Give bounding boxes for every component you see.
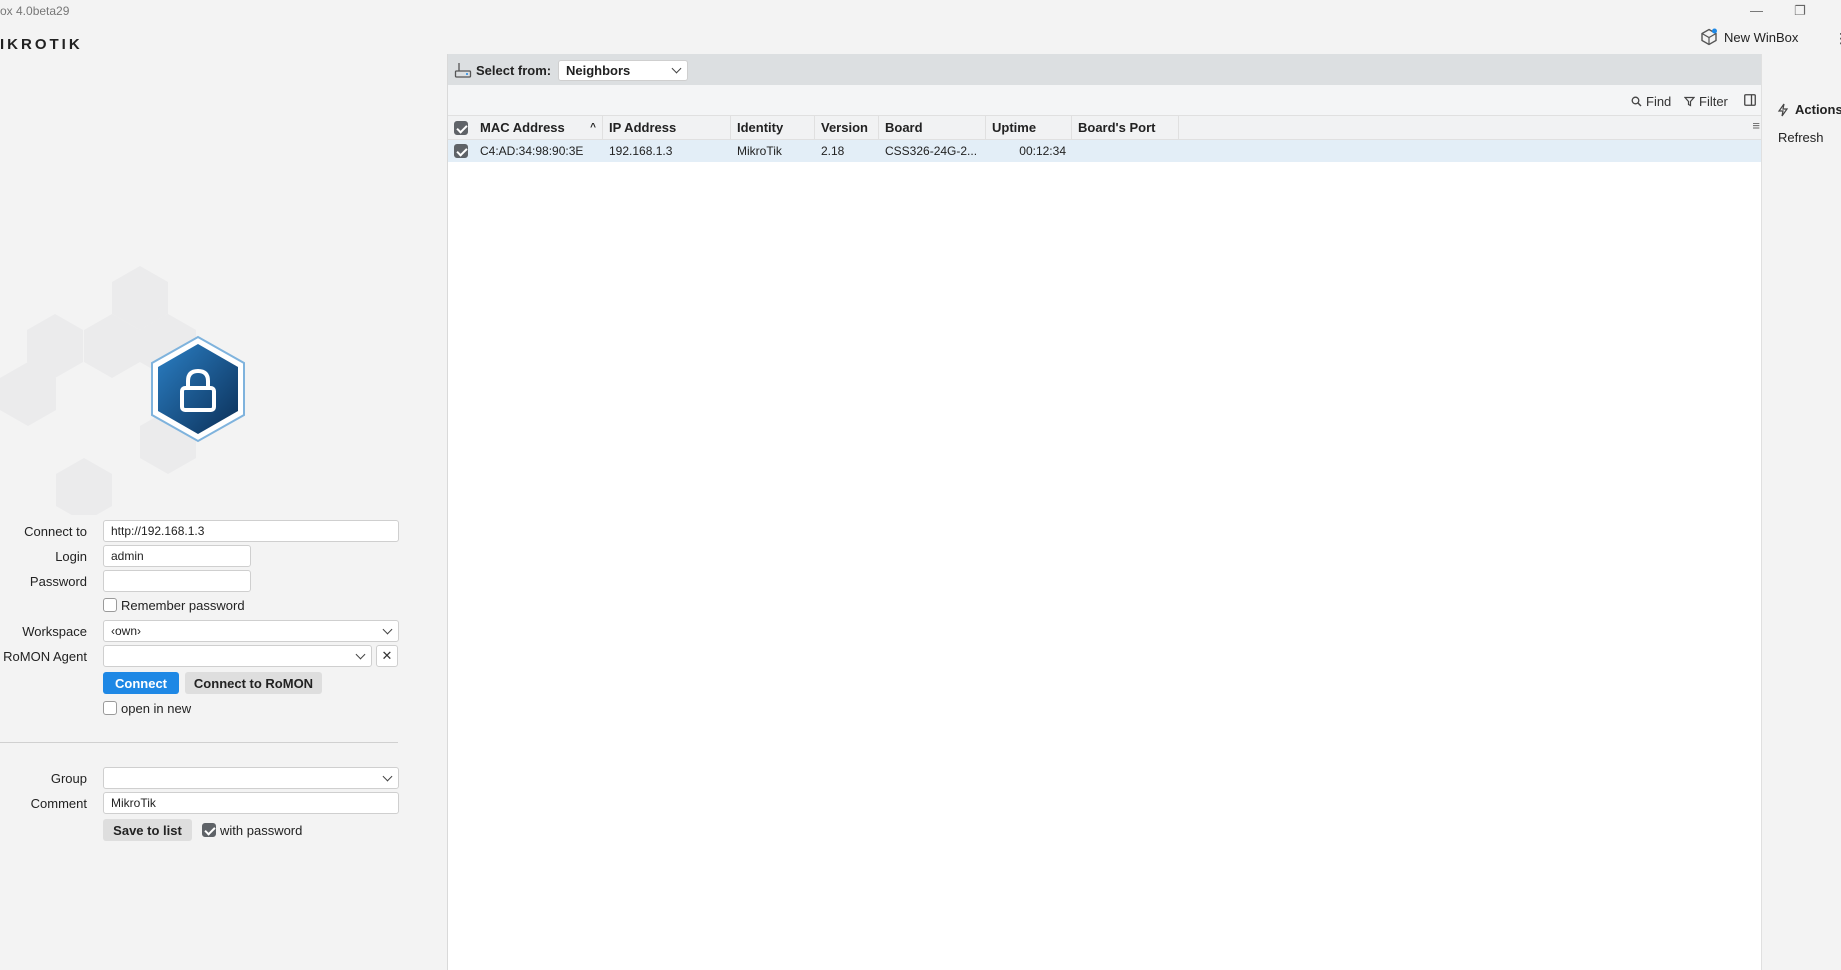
password-label: Password: [29, 574, 87, 589]
save-to-list-button[interactable]: Save to list: [103, 819, 192, 841]
select-all-checkbox[interactable]: [454, 121, 468, 135]
select-from-value: Neighbors: [566, 63, 631, 78]
sidebar-toggle-icon: [1744, 94, 1756, 106]
open-in-new-label: open in new: [121, 701, 192, 716]
column-header-identity[interactable]: Identity: [731, 116, 815, 140]
column-header-board[interactable]: Board: [879, 116, 986, 140]
new-winbox-button[interactable]: New WinBox: [1700, 28, 1798, 46]
column-menu-icon[interactable]: ≡: [1752, 118, 1760, 133]
actions-title: Actions: [1776, 102, 1841, 117]
actions-title-label: Actions: [1795, 102, 1841, 117]
connect-to-romon-button[interactable]: Connect to RoMON: [185, 672, 322, 694]
lock-illustration: [0, 266, 245, 515]
chevron-down-icon: [355, 649, 366, 660]
cell-ip: 192.168.1.3: [609, 144, 673, 158]
find-label: Find: [1646, 94, 1672, 109]
restore-button[interactable]: ❐: [1794, 3, 1806, 19]
connect-to-label: Connect to: [24, 524, 87, 539]
title-bar: ox 4.0beta29 — ❐: [0, 0, 1841, 24]
filter-label: Filter: [1699, 94, 1728, 109]
select-from-dropdown[interactable]: Neighbors: [558, 60, 688, 81]
router-icon: [454, 63, 472, 78]
new-winbox-label: New WinBox: [1724, 29, 1799, 45]
minimize-button[interactable]: —: [1750, 3, 1763, 18]
filter-button[interactable]: Filter: [1684, 94, 1728, 109]
actions-panel: Actions Refresh: [1761, 54, 1841, 970]
open-in-new-checkbox[interactable]: [103, 701, 117, 715]
sort-asc-icon: ^: [590, 122, 596, 133]
workspace-label: Workspace: [22, 624, 87, 639]
table-row[interactable]: C4:AD:34:98:90:3E 192.168.1.3 MikroTik 2…: [448, 140, 1762, 162]
column-header-mac[interactable]: MAC Address ^: [474, 116, 603, 140]
login-label: Login: [55, 549, 87, 564]
chevron-down-icon: [671, 63, 682, 74]
row-checkbox[interactable]: [454, 144, 468, 158]
cell-boards-port: [1072, 140, 1179, 162]
cell-uptime: 00:12:34: [1019, 144, 1066, 158]
group-label: Group: [50, 771, 87, 786]
chevron-down-icon: [382, 771, 393, 782]
connect-button[interactable]: Connect: [103, 672, 179, 694]
chevron-down-icon: [382, 624, 393, 635]
workspace-select[interactable]: ‹own›: [103, 620, 399, 642]
table-toolbar: Find Filter: [448, 85, 1762, 115]
password-input[interactable]: [103, 570, 251, 592]
column-header-label: MAC Address: [480, 120, 565, 135]
select-from-label: Select from:: [476, 63, 552, 78]
romon-agent-select[interactable]: [103, 645, 372, 667]
group-select[interactable]: [103, 767, 399, 789]
comment-input[interactable]: MikroTik: [103, 792, 399, 814]
cell-mac: C4:AD:34:98:90:3E: [480, 144, 584, 158]
remember-password-label: Remember password: [121, 598, 245, 613]
lightning-icon: [1777, 103, 1789, 116]
cell-board: CSS326-24G-2...: [885, 144, 978, 158]
brand-logo: IKROTIK: [0, 36, 83, 53]
comment-label: Comment: [30, 796, 87, 811]
login-input[interactable]: admin: [103, 545, 251, 567]
cube-icon: [1701, 28, 1717, 46]
cell-identity: MikroTik: [737, 144, 782, 158]
column-header-version[interactable]: Version: [815, 116, 879, 140]
remember-password-checkbox[interactable]: [103, 598, 117, 612]
connect-to-input[interactable]: http://192.168.1.3: [103, 520, 399, 542]
column-header-ip[interactable]: IP Address: [603, 116, 731, 140]
column-header-boards-port[interactable]: Board's Port: [1072, 116, 1179, 140]
neighbors-panel: Select from: Neighbors Find Filter MAC A…: [447, 54, 1841, 970]
find-button[interactable]: Find: [1631, 94, 1671, 109]
refresh-action[interactable]: Refresh: [1778, 130, 1824, 145]
neighbors-table: MAC Address ^ IP Address Identity Versio…: [448, 115, 1762, 162]
table-header: MAC Address ^ IP Address Identity Versio…: [448, 115, 1762, 140]
window-title: ox 4.0beta29: [0, 4, 70, 18]
with-password-label: with password: [220, 823, 303, 838]
workspace-value: ‹own›: [111, 624, 142, 638]
clear-romon-button[interactable]: ✕: [376, 645, 398, 667]
toggle-panel-button[interactable]: [1744, 94, 1756, 106]
form-divider: [0, 742, 398, 743]
search-icon: [1631, 96, 1642, 107]
cell-version: 2.18: [821, 144, 845, 158]
filter-icon: [1684, 96, 1695, 107]
column-header-uptime[interactable]: Uptime: [986, 116, 1072, 140]
more-menu-icon[interactable]: ⋮: [1834, 30, 1841, 47]
with-password-checkbox[interactable]: [202, 823, 216, 837]
romon-agent-label: RoMON Agent: [3, 649, 87, 664]
select-from-bar: Select from: Neighbors: [448, 54, 1841, 85]
